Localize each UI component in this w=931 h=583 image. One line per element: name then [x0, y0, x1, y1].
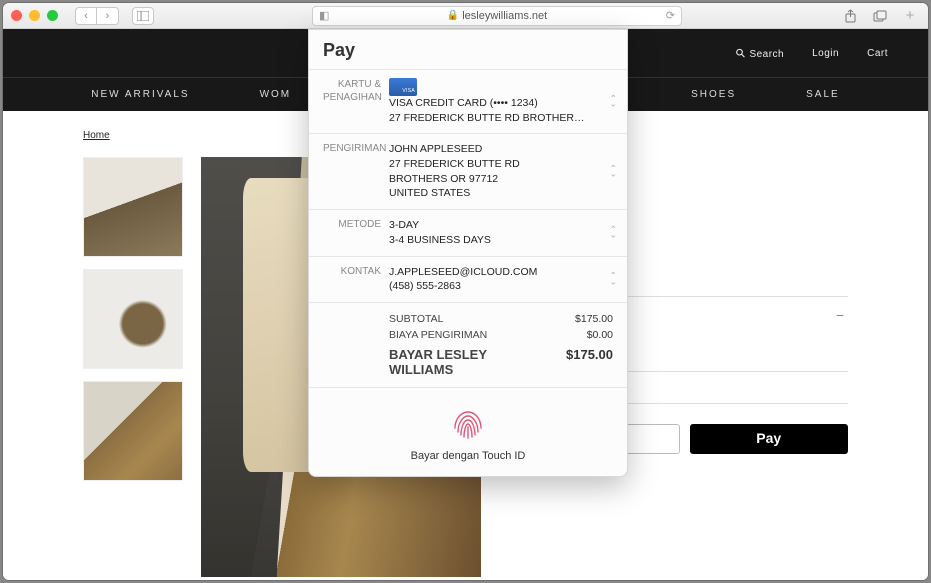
- method-line1: 3-DAY: [389, 218, 613, 233]
- sheet-totals: SUBTOTAL$175.00 BIAYA PENGIRIMAN$0.00 BA…: [309, 302, 627, 381]
- label-card-1: KARTU &: [323, 78, 381, 91]
- nav-buttons: ‹ ›: [75, 7, 119, 25]
- address-bar[interactable]: ◧ 🔒 lesleywilliams.net ⟳: [312, 6, 682, 26]
- contact-phone: (458) 555-2863: [389, 279, 613, 294]
- lock-icon: 🔒: [447, 10, 459, 21]
- card-line1: VISA CREDIT CARD (•••• 1234): [389, 96, 584, 111]
- sheet-row-contact[interactable]: KONTAK J.APPLESEED@ICLOUD.COM (458) 555-…: [309, 256, 627, 302]
- shipcost-label: BIAYA PENGIRIMAN: [389, 329, 553, 341]
- method-line2: 3-4 BUSINESS DAYS: [389, 233, 613, 248]
- sheet-row-card[interactable]: KARTU & PENAGIHAN VISA CREDIT CARD (••••…: [309, 69, 627, 133]
- label-contact: KONTAK: [323, 265, 389, 294]
- sheet-row-method[interactable]: METODE 3-DAY 3-4 BUSINESS DAYS ⌃⌄: [309, 209, 627, 255]
- new-tab-button[interactable]: +: [900, 7, 920, 25]
- minus-icon: −: [836, 305, 844, 326]
- chevron-updown-icon: ⌃⌄: [609, 96, 617, 107]
- ship-addr2: BROTHERS OR 97712: [389, 172, 613, 187]
- zoom-window-button[interactable]: [47, 10, 58, 21]
- apple-pay-button[interactable]: Pay: [690, 424, 849, 454]
- touch-id-label: Bayar dengan Touch ID: [309, 450, 627, 462]
- label-card-2: PENAGIHAN: [323, 91, 381, 104]
- back-button[interactable]: ‹: [75, 7, 97, 25]
- nav-women[interactable]: WOM: [260, 89, 292, 100]
- ship-country: UNITED STATES: [389, 186, 613, 201]
- tabs-button[interactable]: [870, 7, 890, 25]
- reader-icon[interactable]: ◧: [319, 9, 329, 22]
- sheet-row-shipping[interactable]: PENGIRIMAN JOHN APPLESEED 27 FREDERICK B…: [309, 133, 627, 209]
- contact-email: J.APPLESEED@ICLOUD.COM: [389, 265, 613, 280]
- card-line2: 27 FREDERICK BUTTE RD BROTHER…: [389, 111, 584, 126]
- forward-button[interactable]: ›: [97, 7, 119, 25]
- ship-name: JOHN APPLESEED: [389, 142, 613, 157]
- shipcost-value: $0.00: [553, 329, 613, 341]
- touch-id-icon[interactable]: [447, 402, 489, 444]
- sheet-header: Pay: [309, 30, 627, 69]
- grandtotal-value: $175.00: [553, 347, 613, 377]
- apple-pay-logo: Pay: [323, 40, 355, 60]
- grandtotal-label: BAYAR LESLEY WILLIAMS: [389, 347, 553, 377]
- thumbnail-3[interactable]: [83, 381, 183, 481]
- chevron-updown-icon: ⌃⌄: [609, 166, 617, 177]
- nav-shoes[interactable]: SHOES: [691, 89, 736, 100]
- close-window-button[interactable]: [11, 10, 22, 21]
- sheet-footer: Bayar dengan Touch ID: [309, 387, 627, 476]
- subtotal-label: SUBTOTAL: [389, 313, 553, 325]
- chevron-updown-icon: ⌃⌄: [609, 274, 617, 285]
- subtotal-value: $175.00: [553, 313, 613, 325]
- titlebar: ‹ › ◧ 🔒 lesleywilliams.net ⟳ +: [3, 3, 928, 29]
- thumbnail-1[interactable]: [83, 157, 183, 257]
- cart-link[interactable]: Cart: [867, 48, 888, 59]
- browser-window: ‹ › ◧ 🔒 lesleywilliams.net ⟳ + Search Lo…: [3, 3, 928, 580]
- apple-pay-sheet: Pay KARTU & PENAGIHAN VISA CREDIT CARD (…: [308, 29, 628, 477]
- login-link[interactable]: Login: [812, 48, 839, 59]
- nav-new-arrivals[interactable]: NEW ARRIVALS: [91, 89, 189, 100]
- minimize-window-button[interactable]: [29, 10, 40, 21]
- thumbnail-2[interactable]: [83, 269, 183, 369]
- label-shipping: PENGIRIMAN: [323, 142, 389, 201]
- share-button[interactable]: [840, 7, 860, 25]
- url-host: lesleywilliams.net: [462, 10, 547, 22]
- thumbnail-list: [83, 157, 183, 577]
- reload-icon[interactable]: ⟳: [666, 9, 675, 22]
- ship-addr1: 27 FREDERICK BUTTE RD: [389, 157, 613, 172]
- chevron-updown-icon: ⌃⌄: [609, 227, 617, 238]
- search-link[interactable]: Search: [736, 46, 784, 60]
- card-art-icon: [389, 78, 417, 96]
- window-controls: [11, 10, 58, 21]
- breadcrumb-home[interactable]: Home: [83, 130, 110, 141]
- sidebar-button[interactable]: [132, 7, 154, 25]
- label-method: METODE: [323, 218, 389, 247]
- nav-sale[interactable]: SALE: [806, 89, 840, 100]
